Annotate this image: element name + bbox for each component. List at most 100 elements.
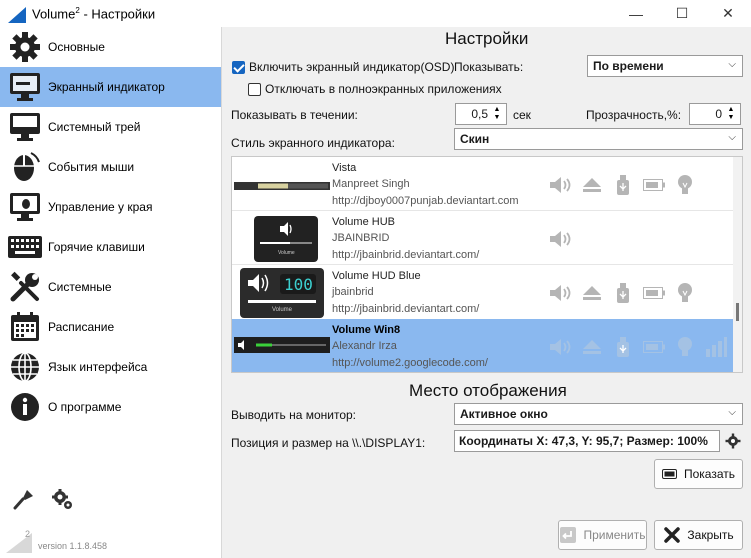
skin-name: Volume HUD Blue bbox=[332, 270, 421, 282]
opacity-label: Прозрачность,%: bbox=[586, 108, 682, 122]
sidebar-item-mouse[interactable]: События мыши bbox=[0, 147, 221, 187]
skin-author: Alexandr Irza bbox=[332, 340, 397, 352]
position-label: Позиция и размер на \\.\DISPLAY1: bbox=[231, 436, 426, 450]
skin-name: Volume HUB bbox=[332, 216, 395, 228]
sidebar-item-label: Управление у края bbox=[48, 200, 153, 214]
sidebar-item-label: О программе bbox=[48, 400, 122, 414]
close-x-icon bbox=[663, 526, 681, 544]
window-title: Volume2 - Настройки bbox=[32, 5, 156, 22]
skin-url: http://djboy0007punjab.deviantart.com bbox=[332, 195, 519, 207]
enable-osd-checkbox[interactable] bbox=[232, 61, 245, 74]
osd-style-select[interactable]: Скин ⌵ bbox=[454, 128, 743, 150]
mouse-icon bbox=[8, 150, 42, 184]
skin-name: Volume Win8 bbox=[332, 324, 401, 336]
sidebar: Основные Экранный индикатор Системный тр… bbox=[0, 27, 222, 558]
sidebar-item-label: Системный трей bbox=[48, 120, 141, 134]
title-bar: Volume2 - Настройки — ☐ ✕ bbox=[0, 0, 751, 27]
globe-icon bbox=[8, 350, 42, 384]
gear-icon bbox=[8, 30, 42, 64]
eject-icon bbox=[581, 282, 603, 304]
version-info: 2 version 1.1.8.458 bbox=[0, 527, 222, 557]
speaker-icon bbox=[550, 228, 572, 250]
version-logo-number: 2 bbox=[25, 529, 31, 539]
list-item[interactable]: 100 Volume Volume HUD Blue jbainbrid htt… bbox=[232, 265, 734, 319]
sidebar-item-tray[interactable]: Системный трей bbox=[0, 107, 221, 147]
sidebar-item-general[interactable]: Основные bbox=[0, 27, 221, 67]
duration-stepper[interactable]: 0,5 ▲ ▼ bbox=[455, 103, 507, 125]
sidebar-item-system[interactable]: Системные bbox=[0, 267, 221, 307]
bulb-icon bbox=[674, 282, 696, 304]
apply-arrow-icon bbox=[559, 526, 577, 544]
bulb-icon bbox=[674, 174, 696, 196]
skin-thumbnail bbox=[234, 337, 330, 353]
battery-icon bbox=[643, 174, 665, 196]
apply-button[interactable]: Применить bbox=[558, 520, 647, 550]
calendar-icon bbox=[8, 310, 42, 344]
eject-icon bbox=[581, 336, 603, 358]
show-position-button[interactable]: Показать bbox=[654, 459, 743, 489]
sidebar-item-label: Расписание bbox=[48, 320, 115, 334]
maximize-button[interactable]: ☐ bbox=[659, 0, 705, 27]
list-item[interactable]: Volume Volume HUB JBAINBRID http://jbain… bbox=[232, 211, 734, 265]
sidebar-item-hotkeys[interactable]: Горячие клавиши bbox=[0, 227, 221, 267]
tools-icon bbox=[8, 270, 42, 304]
brush-icon[interactable] bbox=[12, 487, 36, 511]
settings-gear-icon[interactable] bbox=[50, 487, 74, 511]
sidebar-item-label: Основные bbox=[48, 40, 105, 54]
close-window-button[interactable]: ✕ bbox=[705, 0, 751, 27]
list-item[interactable]: Volume Vista Manpreet Singh http://djboy… bbox=[232, 157, 734, 211]
settings-section-title: Настройки bbox=[445, 29, 529, 48]
speaker-icon bbox=[550, 282, 572, 304]
skin-thumb-label: Volume bbox=[237, 178, 258, 184]
duration-unit: сек bbox=[513, 108, 531, 122]
skin-author: JBAINBRID bbox=[332, 232, 390, 244]
spin-arrows-icon[interactable]: ▲ ▼ bbox=[724, 106, 738, 122]
monitor-icon bbox=[8, 70, 42, 104]
minimize-button[interactable]: — bbox=[613, 0, 659, 27]
fullscreen-disable-label: Отключать в полноэкранных приложениях bbox=[265, 82, 502, 96]
skin-author: jbainbrid bbox=[332, 286, 374, 298]
skin-list[interactable]: Volume Vista Manpreet Singh http://djboy… bbox=[231, 156, 743, 373]
sidebar-item-label: Горячие клавиши bbox=[48, 240, 145, 254]
placement-section-title: Место отображения bbox=[409, 381, 567, 400]
monitor-select[interactable]: Активное окно ⌵ bbox=[454, 403, 743, 425]
skin-name: Vista bbox=[332, 162, 357, 174]
opacity-stepper[interactable]: 0 ▲ ▼ bbox=[689, 103, 741, 125]
sidebar-item-label: Язык интерфейса bbox=[48, 360, 148, 374]
sidebar-item-language[interactable]: Язык интерфейса bbox=[0, 347, 221, 387]
sidebar-item-screen-edge[interactable]: Управление у края bbox=[0, 187, 221, 227]
usb-drive-icon bbox=[612, 282, 634, 304]
show-mode-select[interactable]: По времени ⌵ bbox=[587, 55, 743, 77]
duration-label: Показывать в течении: bbox=[231, 108, 358, 122]
skin-author: Manpreet Singh bbox=[332, 178, 410, 190]
sidebar-item-osd[interactable]: Экранный индикатор bbox=[0, 67, 221, 107]
chevron-down-icon: ⌵ bbox=[728, 59, 736, 70]
skin-thumb-digits: 100 bbox=[284, 275, 313, 294]
eject-icon bbox=[581, 174, 603, 196]
battery-icon bbox=[643, 336, 665, 358]
skin-thumb-label: Volume bbox=[272, 307, 293, 313]
sidebar-item-about[interactable]: О программе bbox=[0, 387, 221, 427]
chevron-down-icon: ⌵ bbox=[728, 407, 736, 418]
app-volume-icon bbox=[8, 5, 26, 23]
position-settings-gear-icon[interactable] bbox=[723, 430, 743, 452]
skin-url: http://jbainbrid.deviantart.com/ bbox=[332, 303, 480, 315]
sidebar-item-schedule[interactable]: Расписание bbox=[0, 307, 221, 347]
skin-thumbnail: 100 Volume bbox=[240, 268, 324, 318]
keyboard-icon bbox=[8, 230, 42, 264]
spin-arrows-icon[interactable]: ▲ ▼ bbox=[490, 106, 504, 122]
sidebar-item-label: Системные bbox=[48, 280, 112, 294]
monitor-label: Выводить на монитор: bbox=[231, 408, 356, 422]
info-icon bbox=[8, 390, 42, 424]
skin-list-scrollbar[interactable] bbox=[733, 157, 742, 372]
sidebar-item-label: События мыши bbox=[48, 160, 135, 174]
usb-drive-icon bbox=[612, 174, 634, 196]
list-item-selected[interactable]: Volume Win8 Alexandr Irza http://volume2… bbox=[232, 319, 734, 372]
position-size-field[interactable]: Координаты X: 47,3, Y: 95,7; Размер: 100… bbox=[454, 430, 720, 452]
battery-outline-icon bbox=[661, 469, 678, 479]
close-button[interactable]: Закрыть bbox=[654, 520, 743, 550]
fullscreen-disable-checkbox[interactable] bbox=[248, 83, 261, 96]
scrollbar-thumb[interactable] bbox=[736, 303, 739, 321]
skin-thumbnail: Volume bbox=[254, 216, 318, 264]
speaker-icon bbox=[550, 336, 572, 358]
